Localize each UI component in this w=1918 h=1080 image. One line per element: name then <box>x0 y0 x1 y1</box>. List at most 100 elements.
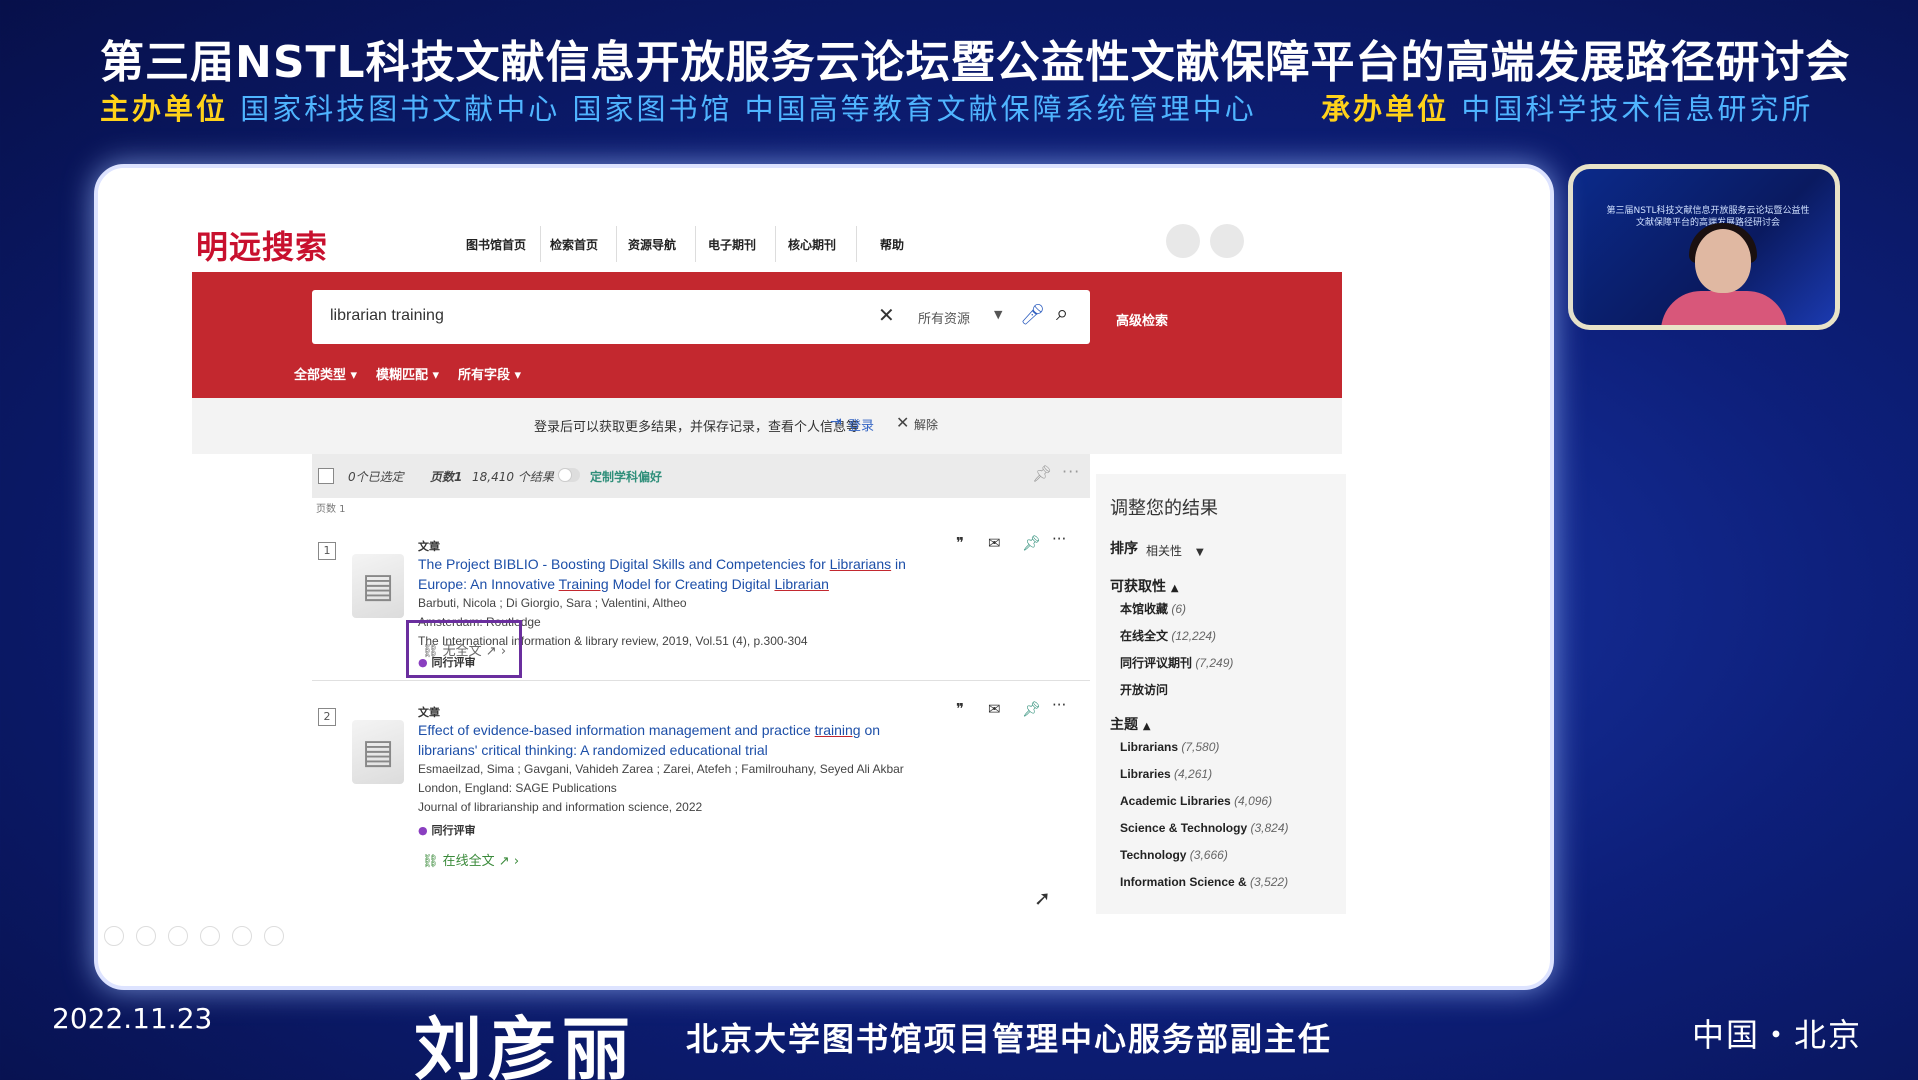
result-title-part: Effect of evidence-based information man… <box>418 722 815 738</box>
login-message: 登录后可以获取更多结果，并保存记录，查看个人信息等 <box>534 420 860 435</box>
nav-help[interactable]: 帮助 <box>880 236 904 253</box>
chevron-down-icon[interactable]: ▼ <box>994 308 1002 321</box>
email-icon[interactable]: ✉ <box>988 534 1001 552</box>
results-toolbar: 0个已选定 页数1 18,410 个结果 定制学科偏好 📌︎ ··· <box>312 454 1090 498</box>
scope-select[interactable]: 所有资源 <box>918 308 970 327</box>
peer-review-badge: ● 同行评审 <box>418 822 475 838</box>
availability-toggle[interactable]: 可获取性 ▲ <box>1110 576 1179 596</box>
facet-label: Academic Libraries <box>1120 794 1231 808</box>
article-icon: ▤ <box>352 720 404 784</box>
chevron-down-icon: ▼ <box>1196 547 1204 558</box>
search-input[interactable]: librarian training <box>330 307 444 325</box>
login-icon[interactable]: ⇥ <box>830 414 842 430</box>
shared-screen: 明远搜索 图书馆首页 检索首页 资源导航 电子期刊 核心期刊 帮助 librar… <box>94 164 1554 990</box>
result-checkbox[interactable]: 2 <box>318 708 336 726</box>
topic-item[interactable]: Libraries (4,261) <box>1120 767 1212 781</box>
result-type: 文章 <box>418 706 440 719</box>
filter-match[interactable]: 模糊匹配 ▾ <box>376 364 439 383</box>
facet-count: (4,096) <box>1234 794 1273 808</box>
filter-field-label: 所有字段 <box>458 368 511 383</box>
result-publisher: London, England: SAGE Publications <box>418 781 617 795</box>
presenter-control-icon[interactable] <box>168 926 188 946</box>
user-avatar-icon[interactable] <box>1166 224 1200 258</box>
close-icon[interactable]: ✕ <box>896 413 909 432</box>
more-icon[interactable]: ··· <box>1052 696 1066 714</box>
sort-select[interactable]: 相关性 ▼ <box>1146 540 1204 559</box>
chevron-up-icon: ▲ <box>1170 583 1179 594</box>
presenter-control-icon[interactable] <box>232 926 252 946</box>
search-icon[interactable]: ⌕ <box>1056 301 1068 326</box>
result-title[interactable]: Effect of evidence-based information man… <box>418 720 938 760</box>
fulltext-link[interactable]: ⛓ 在线全文 ↗ › <box>422 850 519 869</box>
facet-count: (12,224) <box>1171 629 1217 643</box>
nav-search-home[interactable]: 检索首页 <box>550 236 598 253</box>
facet-label: Technology <box>1120 848 1187 862</box>
presenter-control-icon[interactable] <box>200 926 220 946</box>
facet-count: (3,522) <box>1250 875 1289 889</box>
highlight-box <box>406 620 522 678</box>
page-indicator: 页数1 <box>430 470 463 484</box>
topic-label: 主题 <box>1110 717 1138 733</box>
nav-core-journals[interactable]: 核心期刊 <box>788 236 836 253</box>
microphone-icon[interactable]: 🎤︎ <box>1020 302 1045 326</box>
facet-count: (3,666) <box>1189 848 1228 862</box>
availability-item[interactable]: 本馆收藏 (6) <box>1120 600 1186 617</box>
nav-library-home[interactable]: 图书馆首页 <box>466 236 526 253</box>
presenter-control-icon[interactable] <box>264 926 284 946</box>
availability-item[interactable]: 同行评议期刊 (7,249) <box>1120 654 1233 671</box>
host-label: 主办单位 <box>100 92 229 126</box>
organizer-org: 中国科学技术信息研究所 <box>1461 92 1814 126</box>
sort-label: 排序 <box>1110 541 1138 557</box>
advanced-search-link[interactable]: 高级检索 <box>1116 310 1168 329</box>
peer-review-icon: ● <box>418 824 428 837</box>
facet-count: (7,249) <box>1195 656 1234 670</box>
pin-icon[interactable]: 📌︎ <box>1022 534 1041 552</box>
topic-toggle[interactable]: 主题 ▲ <box>1110 714 1151 734</box>
result-title[interactable]: The Project BIBLIO - Boosting Digital Sk… <box>418 554 938 594</box>
topic-item[interactable]: Technology (3,666) <box>1120 848 1228 862</box>
topic-item[interactable]: Science & Technology (3,824) <box>1120 821 1289 835</box>
subject-preference-link[interactable]: 定制学科偏好 <box>590 468 662 485</box>
select-all-checkbox[interactable] <box>318 468 334 484</box>
availability-item[interactable]: 在线全文 (12,224) <box>1120 627 1216 644</box>
result-checkbox[interactable]: 1 <box>318 542 336 560</box>
result-type: 文章 <box>418 540 440 553</box>
availability-item[interactable]: 开放访问 <box>1120 681 1168 698</box>
result-title-part: The Project BIBLIO - Boosting Digital Sk… <box>418 556 830 572</box>
site-logo[interactable]: 明远搜索 <box>196 222 328 268</box>
filter-type[interactable]: 全部类型 ▾ <box>294 364 357 383</box>
toggle-knob <box>558 468 572 482</box>
cite-icon[interactable]: ❞ <box>956 700 964 718</box>
topic-item[interactable]: Information Science & (3,522) <box>1120 875 1288 889</box>
speaker-face <box>1695 229 1751 293</box>
fulltext-label: 在线全文 <box>442 854 495 869</box>
login-link[interactable]: 登录 <box>848 415 874 434</box>
facet-label: 同行评议期刊 <box>1120 656 1193 670</box>
cite-icon[interactable]: ❞ <box>956 534 964 552</box>
nav-separator <box>775 226 776 262</box>
nav-resources[interactable]: 资源导航 <box>628 236 676 253</box>
mouse-cursor-icon: ➚ <box>1034 886 1051 910</box>
clear-icon[interactable]: ✕ <box>878 303 895 327</box>
availability-label: 可获取性 <box>1110 579 1166 595</box>
nav-separator <box>616 226 617 262</box>
link-icon: ⛓ <box>422 854 439 869</box>
pin-icon[interactable]: 📌︎ <box>1032 464 1052 483</box>
result-source: Journal of librarianship and information… <box>418 800 703 814</box>
email-icon[interactable]: ✉ <box>988 700 1001 718</box>
nav-separator <box>695 226 696 262</box>
pin-icon[interactable]: 📌︎ <box>1022 700 1041 718</box>
presenter-control-icon[interactable] <box>136 926 156 946</box>
filter-field[interactable]: 所有字段 ▾ <box>458 364 521 383</box>
nav-ejournals[interactable]: 电子期刊 <box>708 236 756 253</box>
dismiss-link[interactable]: 解除 <box>914 416 938 433</box>
more-icon[interactable]: ··· <box>1052 530 1066 548</box>
more-icon[interactable]: ··· <box>1062 462 1080 481</box>
result-authors: Barbuti, Nicola ; Di Giorgio, Sara ; Val… <box>418 596 687 610</box>
topic-item[interactable]: Academic Libraries (4,096) <box>1120 794 1272 808</box>
settings-icon[interactable] <box>1210 224 1244 258</box>
presenter-control-icon[interactable] <box>104 926 124 946</box>
event-date: 2022.11.23 <box>52 1002 213 1035</box>
facet-label: Librarians <box>1120 740 1179 754</box>
topic-item[interactable]: Librarians (7,580) <box>1120 740 1219 754</box>
